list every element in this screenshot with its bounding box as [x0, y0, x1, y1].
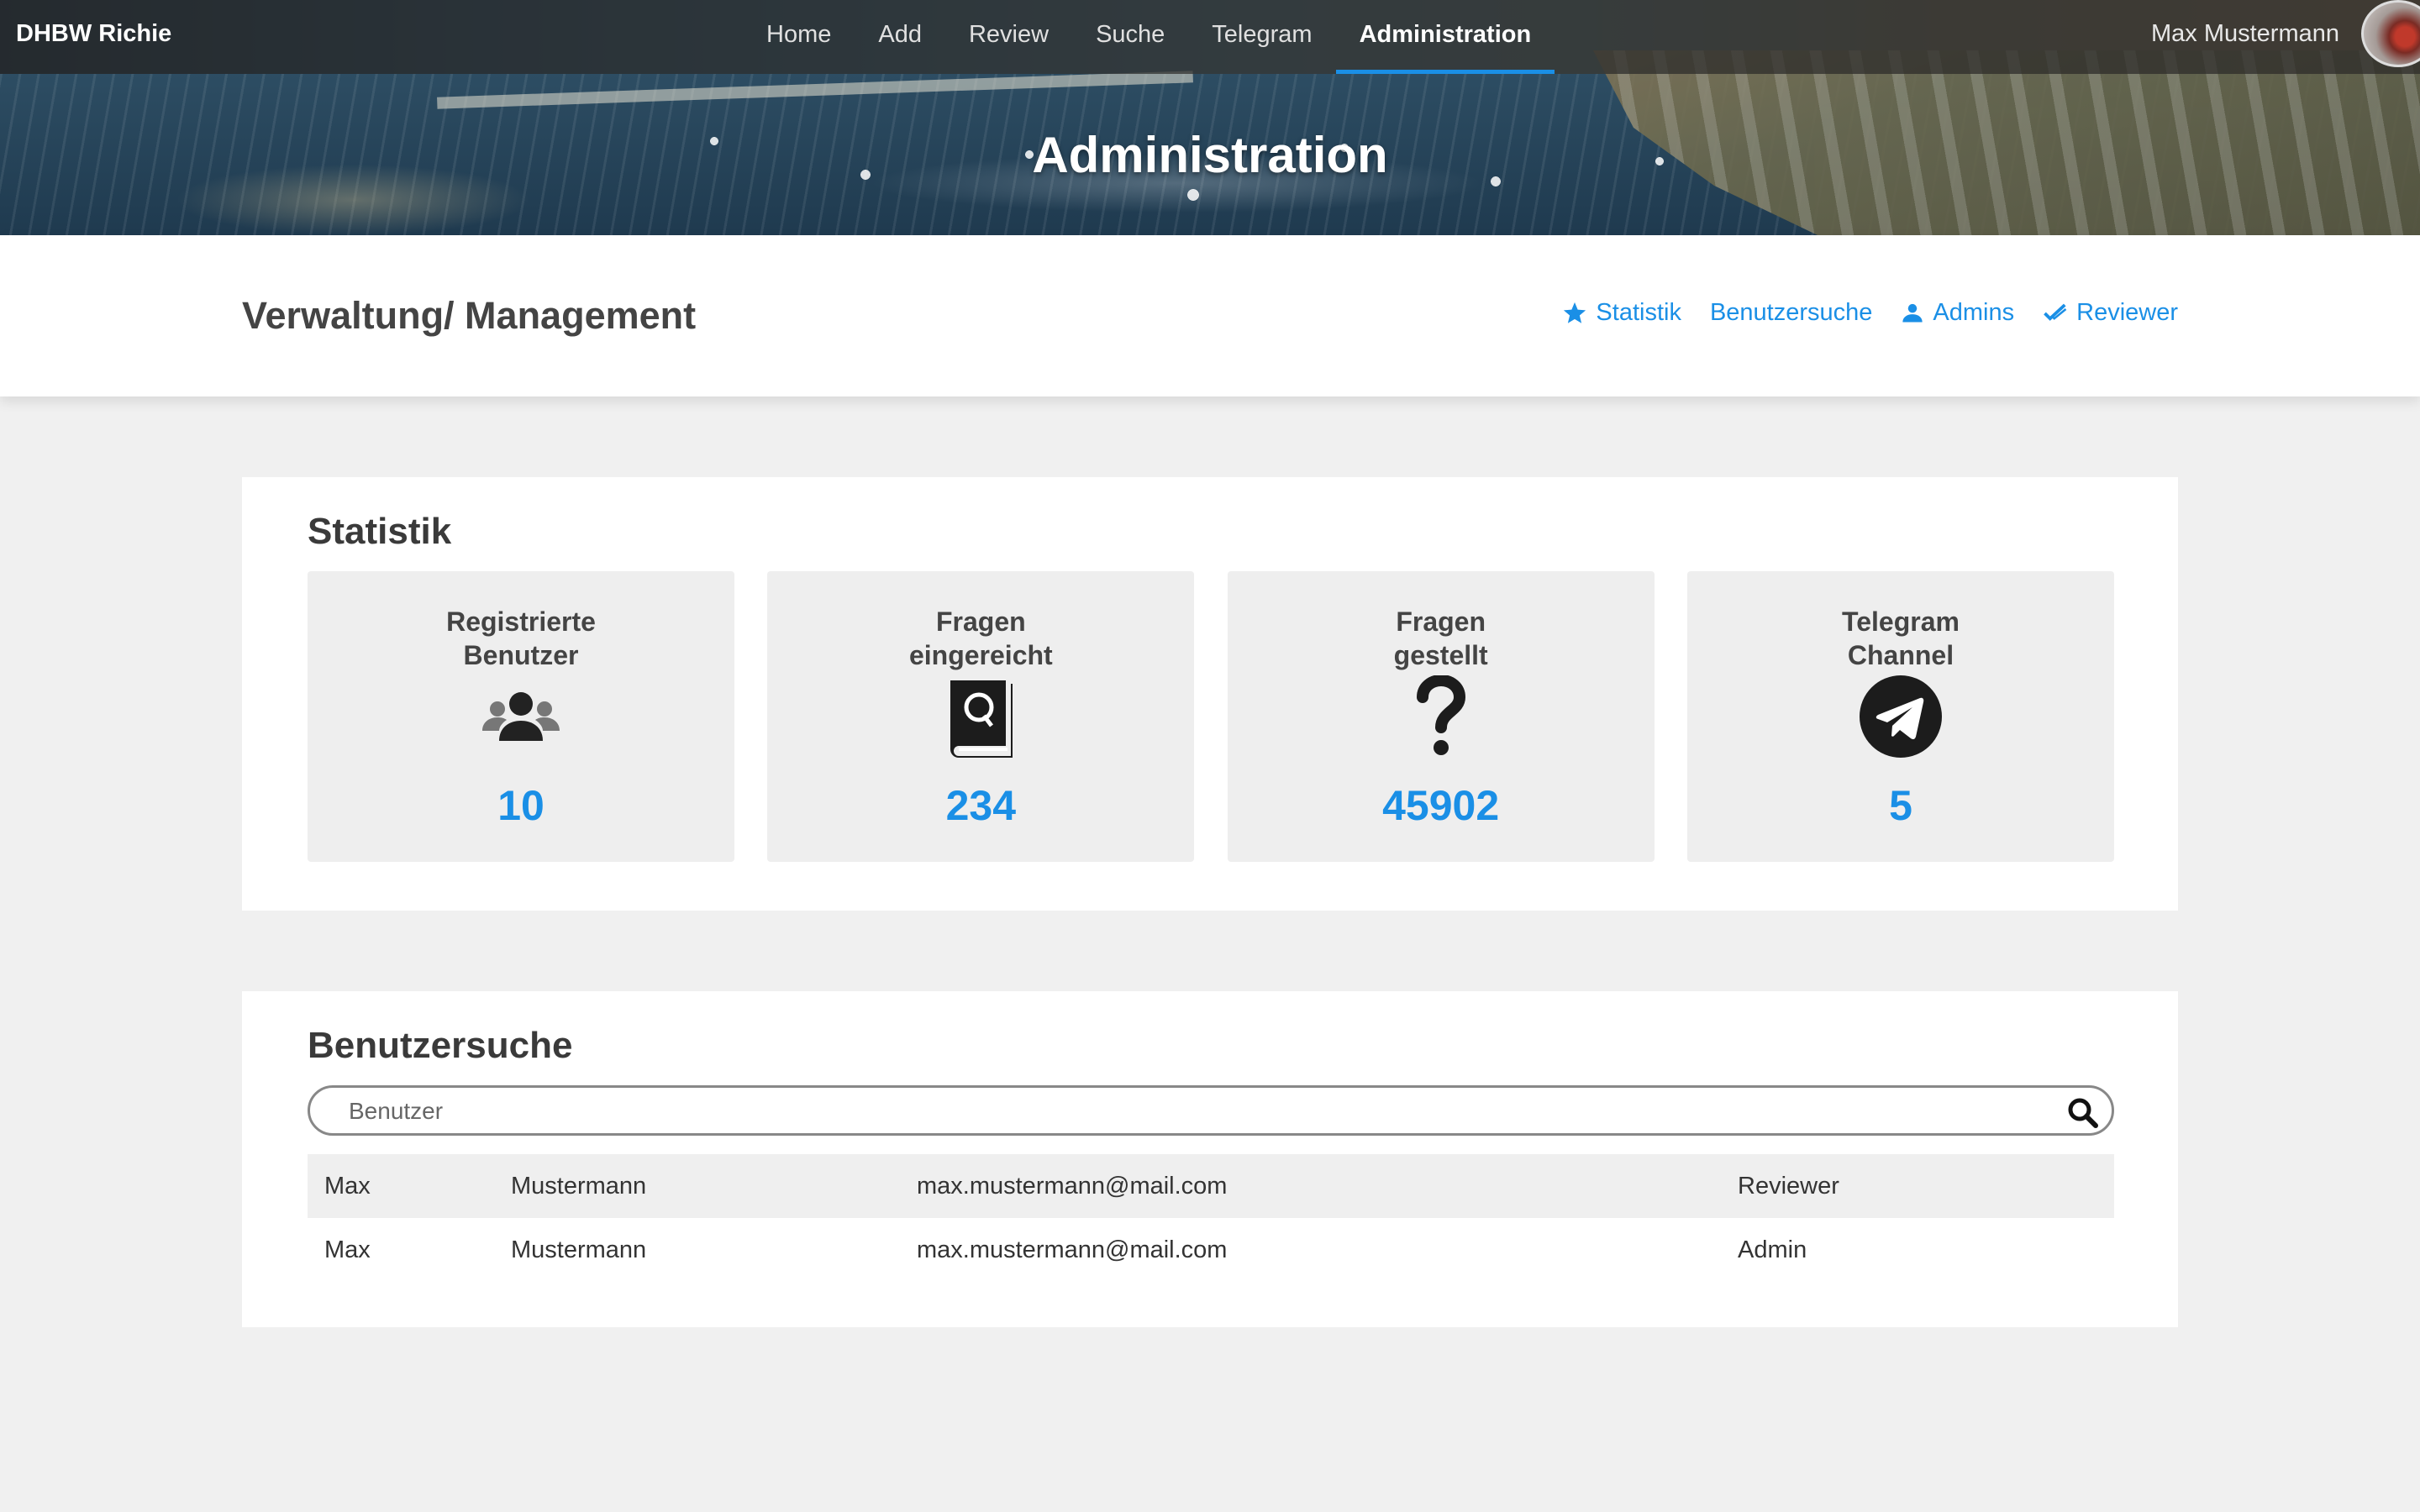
section-link-label: Admins — [1933, 299, 2015, 326]
avatar[interactable] — [2361, 0, 2420, 67]
stat-tile-telegram: Telegram Channel 5 — [1686, 571, 2114, 862]
nav-item-suche[interactable]: Suche — [1072, 0, 1188, 74]
stat-label-line1: Fragen — [1396, 606, 1486, 637]
question-book-icon — [950, 680, 1013, 758]
search-bar — [308, 1085, 2114, 1136]
benutzersuche-title: Benutzersuche — [308, 1025, 573, 1066]
hero-banner: DHBW Richie Home Add Review Suche Telegr… — [0, 0, 2420, 235]
stat-value: 234 — [945, 782, 1017, 829]
section-link-reviewer[interactable]: Reviewer — [2043, 299, 2178, 327]
stat-label-line2: Benutzer — [463, 640, 579, 670]
cell-first-name: Max — [324, 1172, 371, 1200]
stat-label-line2: gestellt — [1393, 640, 1488, 670]
stat-tile-label: Fragen gestellt — [1228, 605, 1655, 672]
stat-tile-label: Telegram Channel — [1687, 605, 2114, 672]
stat-label-line2: Channel — [1847, 640, 1954, 670]
cell-email: max.mustermann@mail.com — [917, 1236, 1228, 1263]
cell-role: Reviewer — [1738, 1172, 1839, 1200]
stat-label-line1: Telegram — [1842, 606, 1960, 637]
search-input[interactable] — [349, 1095, 2029, 1128]
main-nav: Home Add Review Suche Telegram Administr… — [743, 0, 1555, 74]
section-link-benutzersuche[interactable]: Benutzersuche — [1710, 299, 1872, 327]
nav-item-add[interactable]: Add — [855, 0, 945, 74]
stat-tiles: Registrierte Benutzer 10 Fragen eingerei… — [308, 571, 2114, 862]
telegram-icon — [1859, 675, 1942, 758]
stat-value: 5 — [1889, 782, 1912, 829]
sub-header: Verwaltung/ Management Statistik Benutze… — [0, 235, 2420, 396]
stat-tile-label: Fragen eingereicht — [767, 605, 1194, 672]
stat-label-line1: Registrierte — [446, 606, 596, 637]
stat-tile-asked: Fragen gestellt 45902 — [1227, 571, 1655, 862]
stat-tile-label: Registrierte Benutzer — [308, 605, 734, 672]
statistik-title: Statistik — [308, 511, 452, 552]
section-link-label: Statistik — [1596, 299, 1681, 326]
section-link-admins[interactable]: Admins — [1901, 299, 2014, 327]
user-icon — [1902, 303, 1923, 322]
page-title: Verwaltung/ Management — [242, 294, 697, 337]
user-table: Max Mustermann max.mustermann@mail.com R… — [308, 1154, 2114, 1282]
section-link-label: Reviewer — [2076, 299, 2178, 326]
section-nav: Statistik Benutzersuche Admins Reviewer — [1534, 299, 2178, 327]
search-icon[interactable] — [2066, 1096, 2100, 1130]
table-row[interactable]: Max Mustermann max.mustermann@mail.com R… — [308, 1154, 2114, 1218]
nav-item-review[interactable]: Review — [945, 0, 1072, 74]
stat-label-line1: Fragen — [935, 606, 1026, 637]
section-link-label: Benutzersuche — [1709, 299, 1873, 326]
nav-item-administration[interactable]: Administration — [1335, 0, 1555, 74]
user-menu[interactable]: Max Mustermann — [2151, 20, 2339, 48]
nav-item-telegram[interactable]: Telegram — [1188, 0, 1335, 74]
cell-last-name: Mustermann — [511, 1236, 647, 1263]
cell-first-name: Max — [324, 1236, 371, 1263]
statistik-card: Statistik Registrierte Benutzer 10 Frage… — [242, 477, 2178, 911]
stat-tile-users: Registrierte Benutzer 10 — [308, 571, 734, 862]
hero-title: Administration — [1032, 127, 1388, 183]
cell-role: Admin — [1738, 1236, 1807, 1263]
users-icon — [482, 692, 560, 741]
star-icon — [1564, 302, 1586, 323]
cell-last-name: Mustermann — [511, 1172, 647, 1200]
stat-value: 10 — [497, 782, 544, 829]
cell-email: max.mustermann@mail.com — [917, 1172, 1228, 1200]
check-icon — [2044, 303, 2067, 321]
top-navbar: DHBW Richie Home Add Review Suche Telegr… — [0, 0, 2420, 74]
table-row[interactable]: Max Mustermann max.mustermann@mail.com A… — [308, 1218, 2114, 1282]
stat-label-line2: eingereicht — [908, 640, 1053, 670]
benutzersuche-card: Benutzersuche Max Mustermann max.musterm… — [242, 991, 2178, 1327]
section-link-statistik[interactable]: Statistik — [1562, 299, 1681, 327]
stat-value: 45902 — [1382, 782, 1500, 829]
user-name: Max Mustermann — [2150, 20, 2339, 47]
nav-item-home[interactable]: Home — [743, 0, 855, 74]
stat-tile-submitted: Fragen eingereicht 234 — [767, 571, 1195, 862]
brand-logo[interactable]: DHBW Richie — [16, 20, 171, 48]
question-mark-icon — [1416, 675, 1465, 755]
